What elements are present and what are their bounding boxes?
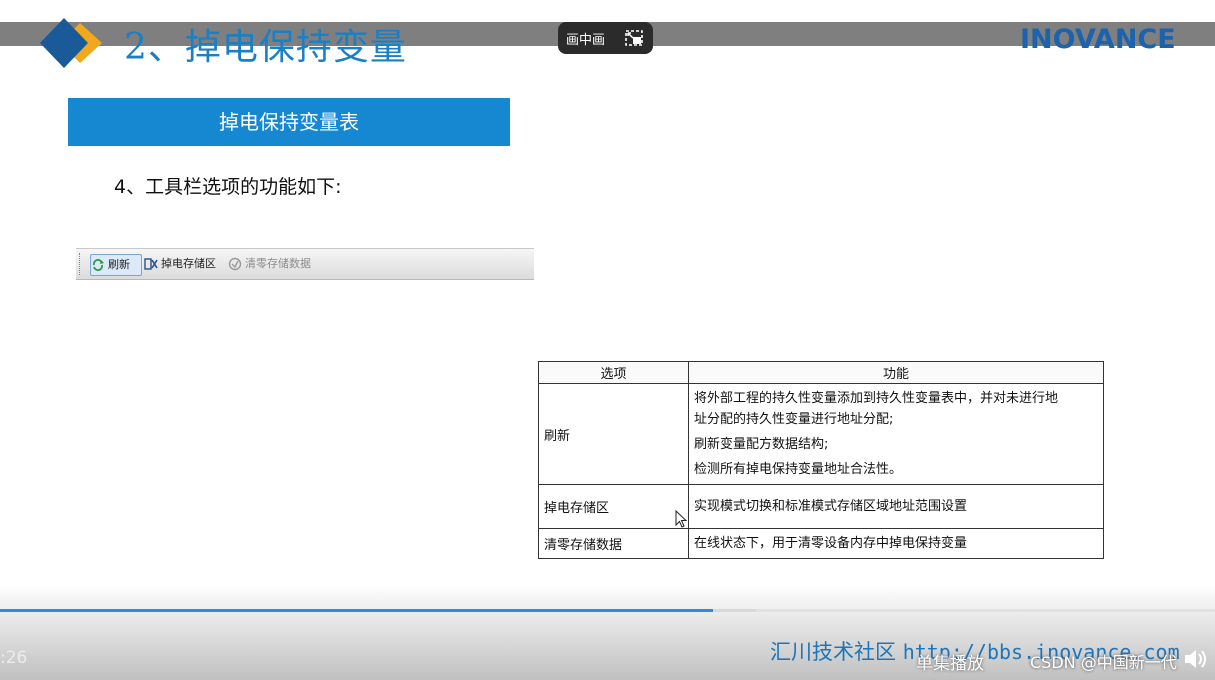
function-line: 检测所有掉电保持变量地址合法性。 — [694, 462, 903, 477]
diamond-logo-icon — [40, 18, 102, 68]
table-row: 掉电存储区 实现模式切换和标准模式存储区域地址范围设置 — [538, 484, 1104, 529]
function-line: 实现模式切换和标准模式存储区域地址范围设置 — [694, 499, 968, 514]
toolbar-screenshot: 刷新 掉电存储区 清零存储数据 — [76, 248, 534, 280]
loop-mode-button[interactable]: 单集播放 — [916, 649, 984, 674]
function-table: 选项 功能 刷新 将外部工程的持久性变量添加到持久性变量表中，并对未进行地 址分… — [538, 361, 1104, 559]
power-down-area-label: 掉电存储区 — [161, 257, 216, 270]
option-cell: 刷新 — [538, 383, 689, 485]
function-line: 刷新变量配方数据结构; — [694, 437, 829, 452]
table-row: 刷新 将外部工程的持久性变量添加到持久性变量表中，并对未进行地 址分配的持久性变… — [538, 383, 1104, 485]
function-cell: 将外部工程的持久性变量添加到持久性变量表中，并对未进行地 址分配的持久性变量进行… — [688, 383, 1104, 485]
picture-in-picture-icon — [625, 30, 643, 46]
option-cell: 清零存储数据 — [538, 528, 689, 559]
brand-logo: INOVANCE — [1020, 24, 1176, 55]
table-header-row: 选项 功能 — [538, 361, 1104, 384]
watermark: CSDN @中国新一代 — [1030, 653, 1177, 672]
function-cell: 在线状态下，用于清零设备内存中掉电保持变量 — [688, 528, 1104, 559]
section-banner: 掉电保持变量表 — [68, 98, 510, 146]
toolbar-grip — [79, 253, 83, 275]
option-cell: 掉电存储区 — [538, 484, 689, 529]
function-line: 址分配的持久性变量进行地址分配; — [694, 412, 894, 427]
pip-label: 画中画 — [566, 33, 606, 48]
table-row: 清零存储数据 在线状态下，用于清零设备内存中掉电保持变量 — [538, 528, 1104, 559]
footer-text: 汇川技术社区 — [770, 640, 896, 664]
function-cell: 实现模式切换和标准模式存储区域地址范围设置 — [688, 484, 1104, 529]
function-line: 将外部工程的持久性变量添加到持久性变量表中，并对未进行地 — [694, 391, 1059, 406]
slide-title: 2、掉电保持变量 — [124, 27, 407, 68]
step-heading: 4、工具栏选项的功能如下: — [114, 176, 342, 198]
refresh-label: 刷新 — [108, 258, 130, 271]
refresh-icon — [93, 259, 104, 271]
picture-in-picture-button[interactable]: 画中画 — [558, 22, 653, 54]
function-line: 在线状态下，用于清零设备内存中掉电保持变量 — [694, 536, 968, 551]
storage-area-icon — [144, 258, 158, 270]
clear-data-button: 清零存储数据 — [228, 254, 311, 274]
mouse-cursor-icon — [675, 510, 688, 528]
clear-data-label: 清零存储数据 — [245, 257, 311, 270]
power-down-area-button: 掉电存储区 — [144, 254, 216, 274]
header-function: 功能 — [688, 361, 1104, 384]
clear-icon — [228, 257, 242, 271]
refresh-button: 刷新 — [90, 254, 142, 276]
header-option: 选项 — [538, 361, 689, 384]
progress-bar[interactable] — [0, 609, 713, 612]
current-time: :26 — [0, 648, 28, 668]
volume-icon[interactable] — [1180, 644, 1210, 674]
